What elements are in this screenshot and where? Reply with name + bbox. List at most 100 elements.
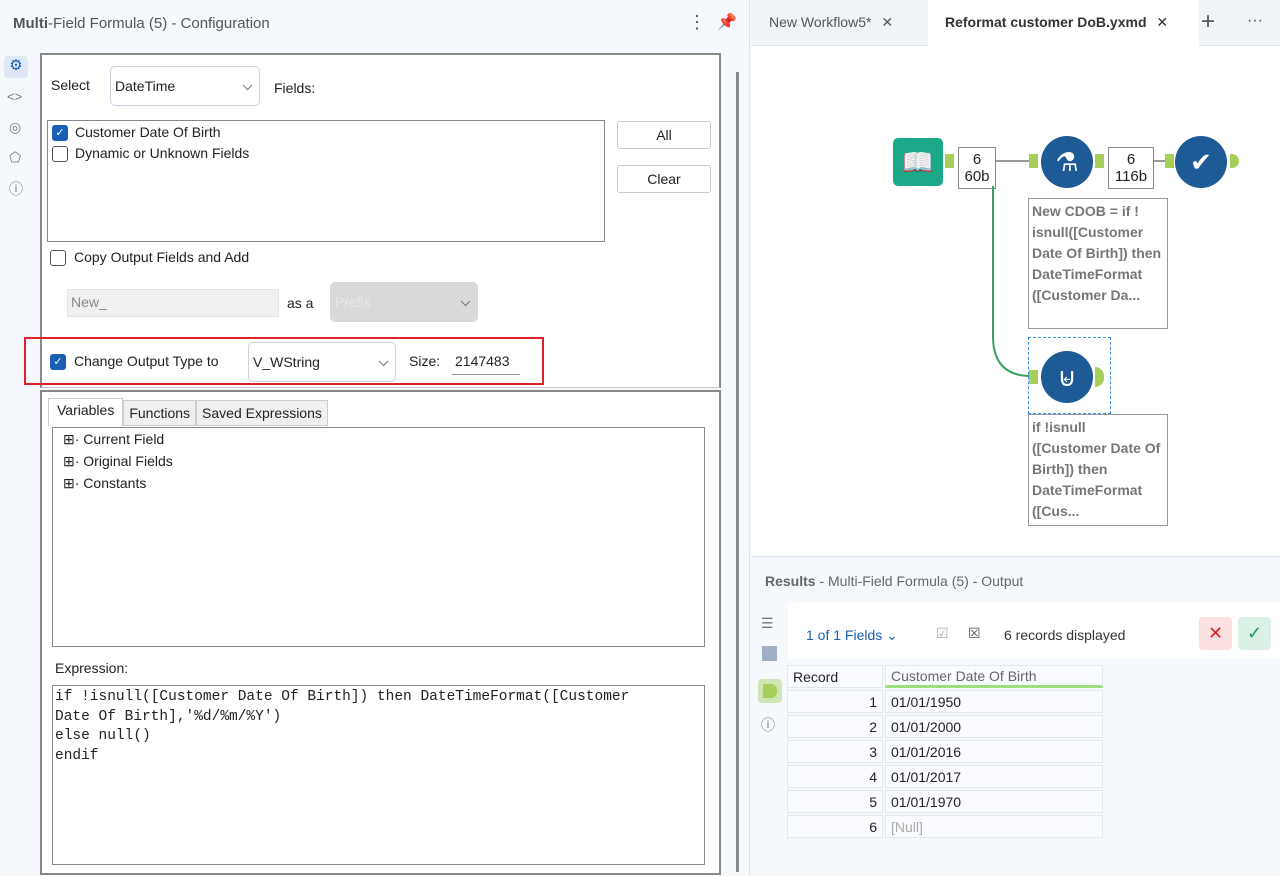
tag-icon[interactable]: ⬠ (9, 149, 21, 166)
field-checkbox-dynamic[interactable] (52, 146, 68, 162)
new-tab-button[interactable]: + (1201, 8, 1215, 36)
select-type-dropdown[interactable]: DateTime (110, 66, 260, 106)
output-anchor-icon[interactable] (758, 679, 782, 703)
results-table: Record Customer Date Of Birth 1 01/01/195… (785, 663, 1105, 840)
results-title-rest: - Multi-Field Formula (5) - Output (815, 573, 1024, 589)
input-anchor[interactable] (1029, 154, 1038, 168)
check-icon[interactable]: ☑ (936, 625, 949, 642)
table-row: 4 01/01/2017 (787, 765, 1103, 788)
help-icon[interactable]: ⓘ (9, 179, 23, 199)
variables-tree[interactable]: ⊞· Current Field ⊞· Original Fields ⊞· C… (52, 427, 705, 647)
record-count-2: 6 116b (1108, 147, 1154, 189)
formula-tool[interactable]: ⚗ (1041, 136, 1093, 188)
cancel-button[interactable]: ✕ (1199, 617, 1232, 650)
highlight-box (24, 337, 544, 385)
output-anchor[interactable] (945, 154, 954, 168)
fields-selector-label: 1 of 1 Fields (806, 627, 883, 643)
input-anchor[interactable] (1029, 370, 1038, 384)
output-anchor[interactable] (1095, 154, 1104, 168)
tree-item-current-field[interactable]: ⊞· Current Field (63, 431, 164, 448)
close-icon[interactable]: ✕ (881, 14, 893, 30)
cell-customer-dob[interactable]: 01/01/2000 (885, 715, 1103, 738)
chevron-down-icon (242, 80, 253, 91)
tab-new-workflow5[interactable]: New Workflow5* ✕ (751, 0, 928, 46)
tree-item-original-fields[interactable]: ⊞· Original Fields (63, 453, 173, 470)
tab-functions[interactable]: Functions (123, 400, 197, 426)
output-icon[interactable]: ◎ (9, 119, 21, 136)
table-header: Record Customer Date Of Birth (787, 665, 1103, 688)
cell-record[interactable]: 2 (787, 715, 883, 738)
code-icon[interactable]: <> (7, 89, 22, 104)
more-tabs-icon[interactable]: ··· (1247, 12, 1263, 30)
fields-selector[interactable]: 1 of 1 Fields ⌄ (806, 627, 898, 644)
count-records: 6 (972, 151, 982, 168)
select-type-value: DateTime (115, 78, 176, 94)
metadata-icon[interactable] (762, 646, 777, 661)
expression-editor[interactable]: if !isnull([Customer Date Of Birth]) the… (52, 685, 705, 865)
records-count: 6 records displayed (1004, 627, 1126, 643)
chevron-down-icon (460, 296, 471, 307)
scrollbar[interactable] (736, 72, 739, 872)
expression-tabs: Variables Functions Saved Expressions (48, 398, 328, 426)
config-bottom-section: Variables Functions Saved Expressions ⊞·… (40, 390, 721, 875)
prefix-input[interactable]: New_ (67, 289, 279, 317)
copy-output-label: Copy Output Fields and Add (74, 249, 250, 265)
list-icon[interactable]: ☰ (761, 615, 774, 632)
field-label: Dynamic or Unknown Fields (75, 145, 250, 161)
confirm-button[interactable]: ✓ (1238, 617, 1271, 650)
tab-label: New Workflow5* (769, 14, 872, 30)
fields-list[interactable]: ✓ Customer Date Of Birth Dynamic or Unkn… (47, 120, 605, 242)
prefix-dropdown-value: Prefix (335, 294, 371, 310)
config-panel: Multi-Field Formula (5) - Configuration … (0, 0, 750, 875)
table-row: 2 01/01/2000 (787, 715, 1103, 738)
field-checkbox-customer-dob[interactable]: ✓ (52, 125, 68, 141)
tree-label: Original Fields (83, 453, 173, 469)
count-bytes: 116b (1114, 168, 1148, 185)
tree-label: Constants (83, 475, 147, 491)
cell-customer-dob[interactable]: 01/01/1970 (885, 790, 1103, 813)
results-toolbar: 1 of 1 Fields ⌄ ☑ ☒ 6 records displayed … (788, 602, 1280, 659)
all-button[interactable]: All (617, 121, 711, 149)
gear-icon[interactable]: ⚙ (4, 56, 28, 78)
column-header-customer-dob[interactable]: Customer Date Of Birth (885, 665, 1103, 688)
input-anchor[interactable] (1165, 154, 1174, 168)
tab-reformat-customer-dob[interactable]: Reformat customer DoB.yxmd ✕ (928, 0, 1199, 47)
title-rest: -Field Formula (5) - Configuration (48, 15, 270, 32)
workflow-canvas[interactable]: 📖 6 60b ⚗ 6 116b ✔ New CDOB = if ! isnull(… (751, 46, 1280, 556)
results-title: Results - Multi-Field Formula (5) - Outp… (765, 573, 1023, 589)
cell-customer-dob[interactable]: [Null] (885, 815, 1103, 838)
close-icon[interactable]: ✕ (1156, 14, 1168, 30)
results-grid: Record Customer Date Of Birth 1 01/01/195… (787, 663, 1280, 876)
input-data-tool[interactable]: 📖 (893, 138, 943, 186)
cell-record[interactable]: 5 (787, 790, 883, 813)
prefix-dropdown[interactable]: Prefix (330, 282, 478, 322)
table-row: 5 01/01/1970 (787, 790, 1103, 813)
cell-customer-dob[interactable]: 01/01/2017 (885, 765, 1103, 788)
tab-saved-expressions[interactable]: Saved Expressions (196, 400, 328, 426)
table-row: 6 [Null] (787, 815, 1103, 838)
deselect-icon[interactable]: ☒ (968, 625, 981, 642)
cell-record[interactable]: 1 (787, 690, 883, 713)
browse-tool[interactable]: ✔ (1175, 136, 1227, 188)
tab-variables[interactable]: Variables (48, 398, 124, 426)
clear-button[interactable]: Clear (617, 165, 711, 193)
field-label: Customer Date Of Birth (75, 124, 221, 140)
help-icon[interactable]: ⓘ (761, 715, 775, 735)
cell-customer-dob[interactable]: 01/01/1950 (885, 690, 1103, 713)
column-header-record[interactable]: Record (787, 665, 883, 688)
panel-title: Multi-Field Formula (5) - Configuration (13, 15, 270, 32)
results-panel: Results - Multi-Field Formula (5) - Outp… (751, 556, 1280, 876)
cell-record[interactable]: 6 (787, 815, 883, 838)
record-count-1: 6 60b (958, 147, 996, 189)
output-anchor[interactable] (1230, 154, 1239, 168)
more-options-icon[interactable]: ⋮ (688, 12, 706, 33)
workflow-tabs: New Workflow5* ✕ Reformat customer DoB.y… (751, 0, 1280, 47)
copy-output-checkbox[interactable] (50, 250, 66, 266)
cell-record[interactable]: 4 (787, 765, 883, 788)
cell-record[interactable]: 3 (787, 740, 883, 763)
multi-field-formula-tool[interactable]: ⊌ (1041, 351, 1093, 403)
pin-icon[interactable]: 📌 (717, 12, 737, 32)
table-row: 3 01/01/2016 (787, 740, 1103, 763)
tree-item-constants[interactable]: ⊞· Constants (63, 475, 146, 492)
cell-customer-dob[interactable]: 01/01/2016 (885, 740, 1103, 763)
